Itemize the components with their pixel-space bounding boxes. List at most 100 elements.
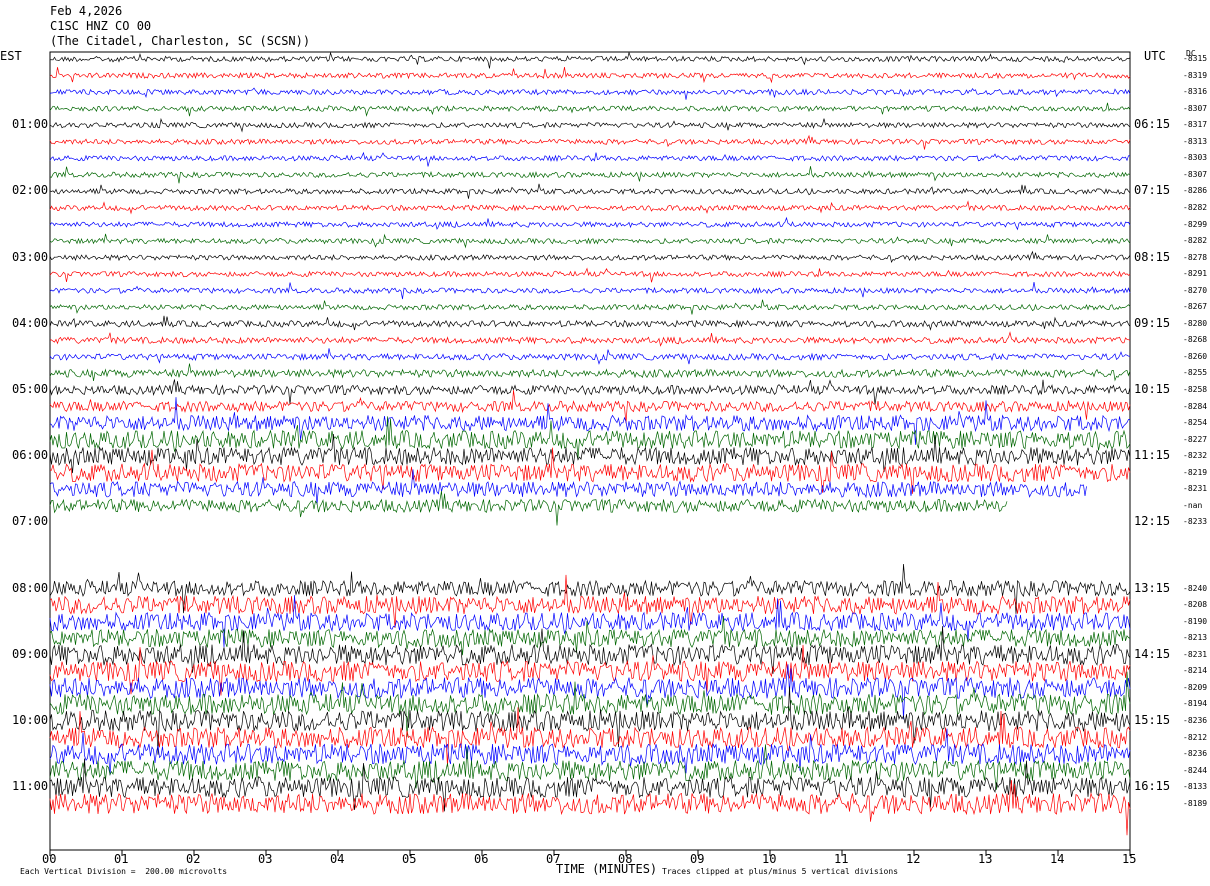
trace-line-2	[49, 67, 1131, 84]
utc-hour-label: 12:15	[1134, 514, 1171, 529]
trace-line-7	[49, 151, 1131, 167]
est-hour-label: 08:00	[12, 580, 49, 595]
est-hour-label: 09:00	[12, 646, 49, 661]
trace-line-10	[49, 200, 1131, 215]
x-axis-title: TIME (MINUTES)	[556, 862, 658, 876]
est-hour-label: 07:00	[12, 514, 49, 529]
dc-offset-label: -nan	[1183, 500, 1203, 510]
dc-offset-label: -8133	[1183, 782, 1208, 792]
dc-offset-label: -8260	[1183, 351, 1208, 361]
dc-offset-label: -8209	[1183, 682, 1208, 692]
scale-note: Each Vertical Division = 200.00 microvol…	[20, 867, 228, 876]
est-hour-label: 02:00	[12, 183, 49, 198]
utc-hour-label: 11:15	[1134, 448, 1171, 463]
x-tick-label-06: 06	[474, 852, 489, 866]
channel-label: C1SC HNZ CO 00	[50, 19, 152, 33]
dc-offset-label: -8240	[1183, 583, 1208, 593]
x-tick-label-09: 09	[690, 852, 705, 866]
trace-line-21	[49, 379, 1131, 405]
utc-hour-label: 08:15	[1134, 249, 1171, 264]
trace-line-8	[49, 166, 1131, 184]
dc-offset-label: -8244	[1183, 765, 1208, 775]
dc-offset-label: -8268	[1183, 335, 1208, 345]
dc-offset-label: -8236	[1183, 749, 1208, 759]
dc-offset-label: -8282	[1183, 236, 1208, 246]
trace-line-19	[49, 348, 1131, 365]
utc-hour-label: 13:15	[1134, 580, 1171, 595]
dc-offset-label: -8236	[1183, 716, 1208, 725]
dc-offset-label: -8303	[1183, 153, 1208, 163]
dc-offset-label: -8307	[1183, 103, 1208, 113]
dc-offset-label: -8282	[1183, 202, 1208, 212]
dc-offset-label: -8307	[1183, 169, 1208, 179]
trace-line-46	[49, 780, 1131, 836]
est-hour-label: 10:00	[12, 713, 49, 727]
utc-hour-label: 06:15	[1134, 117, 1171, 132]
trace-line-15	[49, 282, 1131, 300]
x-tick-label-04: 04	[330, 852, 345, 866]
est-hour-label: 03:00	[12, 249, 49, 264]
est-hour-label: 04:00	[12, 315, 49, 330]
x-tick-label-13: 13	[978, 852, 993, 866]
x-tick-label-12: 12	[906, 852, 921, 866]
dc-offset-label: -8267	[1183, 302, 1208, 312]
dc-offset-label: -8280	[1183, 318, 1208, 328]
dc-offset-label: -8316	[1183, 87, 1208, 97]
left-timezone-label: EST	[0, 49, 22, 63]
est-hour-label: 05:00	[12, 382, 49, 396]
dc-offset-label: -8233	[1183, 517, 1208, 527]
trace-line-44	[49, 744, 1131, 790]
dc-offset-label: -8284	[1183, 401, 1208, 411]
utc-hour-label: 16:15	[1134, 779, 1171, 794]
dc-offset-label: -8317	[1183, 120, 1208, 130]
trace-line-3	[49, 87, 1131, 100]
dc-offset-label: -8212	[1183, 732, 1208, 742]
trace-line-4	[49, 102, 1131, 117]
dc-offset-label: -8213	[1183, 633, 1208, 643]
trace-line-13	[49, 250, 1131, 264]
dc-offset-label: -8214	[1183, 666, 1208, 676]
trace-line-40	[49, 671, 1131, 738]
x-axis-ticks	[49, 850, 1131, 856]
trace-line-5	[49, 117, 1131, 133]
trace-line-1	[49, 51, 1131, 69]
utc-hour-label: 14:15	[1134, 646, 1171, 661]
est-hour-label: 06:00	[12, 448, 49, 463]
est-hour-label: 11:00	[12, 779, 49, 794]
helicorder-plot	[49, 51, 1131, 856]
dc-offset-label: -8255	[1183, 368, 1208, 378]
clip-note: Traces clipped at plus/minus 5 vertical …	[662, 867, 899, 876]
x-tick-label-15: 15	[1122, 852, 1137, 866]
dc-offset-label: -8319	[1183, 70, 1208, 80]
dc-offset-label: -8258	[1183, 385, 1208, 394]
station-label: (The Citadel, Charleston, SC (SCSN))	[50, 34, 311, 48]
dc-offset-label: -8254	[1183, 418, 1208, 428]
dc-offset-label: -8291	[1183, 269, 1208, 279]
x-tick-label-00: 00	[42, 852, 57, 866]
x-tick-label-11: 11	[834, 852, 849, 866]
dc-offset-label: -8232	[1183, 451, 1208, 461]
dc-offset-label: -8190	[1183, 616, 1208, 626]
trace-line-18	[49, 331, 1131, 347]
dc-offset-label: -8219	[1183, 467, 1208, 477]
dc-offset-label: -8208	[1183, 600, 1208, 610]
dc-offset-label: -8231	[1183, 484, 1208, 494]
trace-line-16	[49, 299, 1131, 315]
dc-offset-label: -8313	[1183, 136, 1208, 146]
dc-offset-label: -8227	[1183, 434, 1208, 444]
x-tick-label-02: 02	[186, 852, 201, 866]
dc-offset-label: -8231	[1183, 649, 1208, 659]
trace-line-37	[49, 626, 1131, 674]
x-tick-label-01: 01	[114, 852, 129, 866]
dc-offset-label: -8189	[1183, 798, 1208, 808]
trace-line-11	[49, 216, 1131, 231]
trace-line-17	[49, 315, 1131, 331]
dc-offset-label: -8278	[1183, 252, 1208, 262]
right-timezone-label: UTC	[1144, 49, 1166, 63]
x-tick-label-03: 03	[258, 852, 273, 866]
utc-hour-label: 10:15	[1134, 382, 1171, 396]
trace-line-28	[49, 491, 1008, 526]
seismic-traces	[49, 51, 1131, 836]
est-hour-label: 01:00	[12, 117, 49, 132]
dc-offset-label: -8270	[1183, 285, 1208, 295]
